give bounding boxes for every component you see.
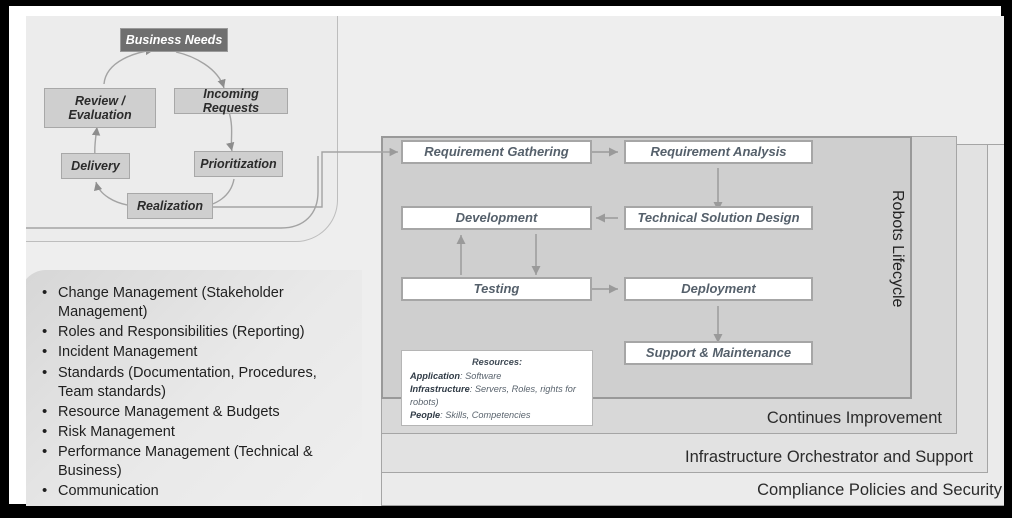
- list-item: Communication: [38, 481, 350, 501]
- resources-box: Resources: Application: Software Infrast…: [401, 350, 593, 426]
- resources-value: : Software: [460, 371, 502, 382]
- resources-row: People: Skills, Competencies: [410, 409, 584, 422]
- node-support-maintenance[interactable]: Support & Maintenance: [624, 341, 813, 365]
- node-development[interactable]: Development: [401, 206, 592, 230]
- node-deployment[interactable]: Deployment: [624, 277, 813, 301]
- resources-row: Application: Software: [410, 370, 584, 383]
- node-technical-solution-design[interactable]: Technical Solution Design: [624, 206, 813, 230]
- list-item: Standards (Documentation, Procedures, Te…: [38, 362, 350, 402]
- screenshot-root: Compliance Policies and Security Infrast…: [0, 0, 1012, 518]
- node-prioritization[interactable]: Prioritization: [194, 151, 283, 177]
- node-requirement-gathering[interactable]: Requirement Gathering: [401, 140, 592, 164]
- node-business-needs[interactable]: Business Needs: [120, 28, 228, 52]
- list-item: Roles and Responsibilities (Reporting): [38, 322, 350, 342]
- node-delivery[interactable]: Delivery: [61, 153, 130, 179]
- node-realization[interactable]: Realization: [127, 193, 213, 219]
- resources-value: : Skills, Competencies: [440, 410, 531, 421]
- diagram-canvas: Compliance Policies and Security Infrast…: [26, 16, 1004, 506]
- list-item: Resource Management & Budgets: [38, 402, 350, 422]
- resources-title: Resources:: [471, 357, 523, 367]
- band-infrastructure-label: Infrastructure Orchestrator and Support: [685, 448, 973, 466]
- resources-key: Infrastructure: [410, 384, 470, 395]
- robots-lifecycle-label: Robots Lifecycle: [889, 190, 906, 308]
- node-incoming-requests[interactable]: Incoming Requests: [174, 87, 288, 115]
- resources-key: Application: [410, 371, 461, 382]
- governance-list-panel: Change Management (Stakeholder Managemen…: [26, 270, 362, 506]
- node-testing[interactable]: Testing: [401, 277, 592, 301]
- list-item: Change Management (Stakeholder Managemen…: [38, 283, 350, 322]
- resources-key: People: [410, 410, 441, 421]
- list-item: Risk Management: [38, 422, 350, 442]
- band-improvement-label: Continues Improvement: [766, 409, 942, 427]
- band-compliance-label: Compliance Policies and Security: [757, 481, 1002, 499]
- node-requirement-analysis[interactable]: Requirement Analysis: [624, 140, 813, 164]
- slide-frame: Compliance Policies and Security Infrast…: [9, 6, 1004, 506]
- node-review-evaluation[interactable]: Review / Evaluation: [44, 88, 156, 128]
- list-item: Incident Management: [38, 342, 350, 362]
- resources-row: Infrastructure: Servers, Roles, rights f…: [410, 383, 584, 409]
- governance-list: Change Management (Stakeholder Managemen…: [38, 283, 350, 501]
- list-item: Performance Management (Technical & Busi…: [38, 442, 350, 481]
